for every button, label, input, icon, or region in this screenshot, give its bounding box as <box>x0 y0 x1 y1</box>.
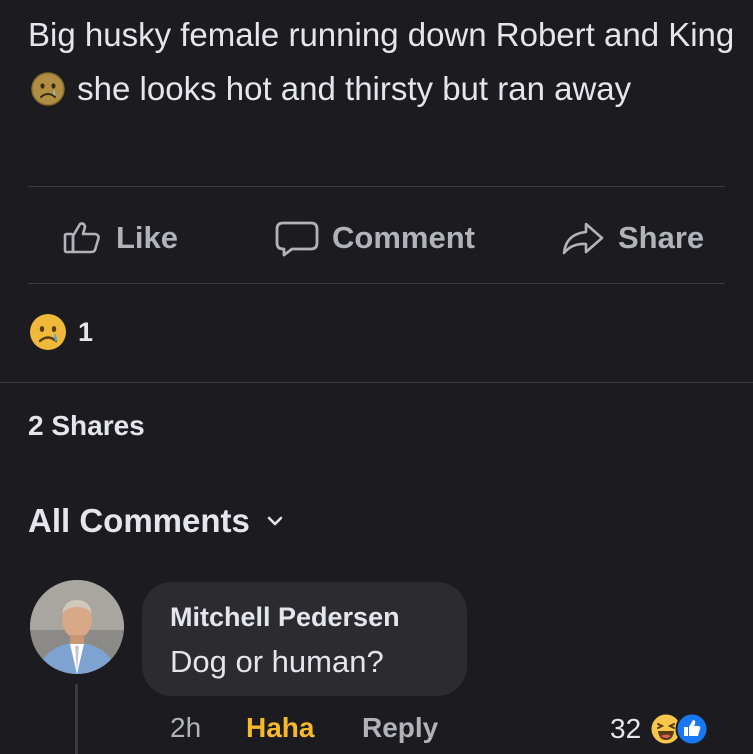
sad-face-icon <box>31 72 65 106</box>
comment-reaction-number: 32 <box>610 713 642 744</box>
divider <box>0 382 753 383</box>
like-button[interactable]: Like <box>62 206 178 270</box>
action-bar: Like Comment Share <box>0 206 753 270</box>
comment-button[interactable]: Comment <box>274 206 475 270</box>
reaction-count: 1 <box>78 316 94 347</box>
comment-text: Dog or human? <box>170 644 384 679</box>
reaction-summary[interactable]: 1 <box>28 312 93 352</box>
chevron-down-icon <box>267 516 283 526</box>
share-button[interactable]: Share <box>560 206 704 270</box>
reply-button[interactable]: Reply <box>362 712 438 744</box>
comment-reaction-count[interactable]: 32 <box>610 712 709 746</box>
post-text-part1: Big husky female running down Robert and… <box>28 16 735 53</box>
share-label: Share <box>618 220 705 255</box>
shares-count[interactable]: 2 Shares <box>28 410 145 442</box>
all-comments-label: All Comments <box>28 502 250 539</box>
like-label: Like <box>116 220 179 255</box>
post-text: Big husky female running down Robert and… <box>28 8 738 116</box>
avatar[interactable] <box>30 580 124 674</box>
divider <box>28 283 725 284</box>
haha-reaction-button[interactable]: Haha <box>246 712 314 744</box>
speech-bubble-icon <box>275 221 319 257</box>
all-comments-filter[interactable]: All Comments <box>28 502 284 540</box>
thread-line <box>75 684 78 754</box>
divider <box>28 186 725 187</box>
comment-timestamp[interactable]: 2h <box>170 712 201 744</box>
post-text-part2: she looks hot and thirsty but ran away <box>77 70 632 107</box>
comment-bubble[interactable]: Mitchell Pedersen Dog or human? <box>142 582 467 696</box>
comment-label: Comment <box>332 220 475 255</box>
thumbs-up-icon <box>63 222 100 254</box>
comment-author[interactable]: Mitchell Pedersen <box>170 602 400 633</box>
share-arrow-icon <box>562 222 604 255</box>
sad-reaction-icon <box>30 314 66 350</box>
like-icon <box>675 712 709 746</box>
